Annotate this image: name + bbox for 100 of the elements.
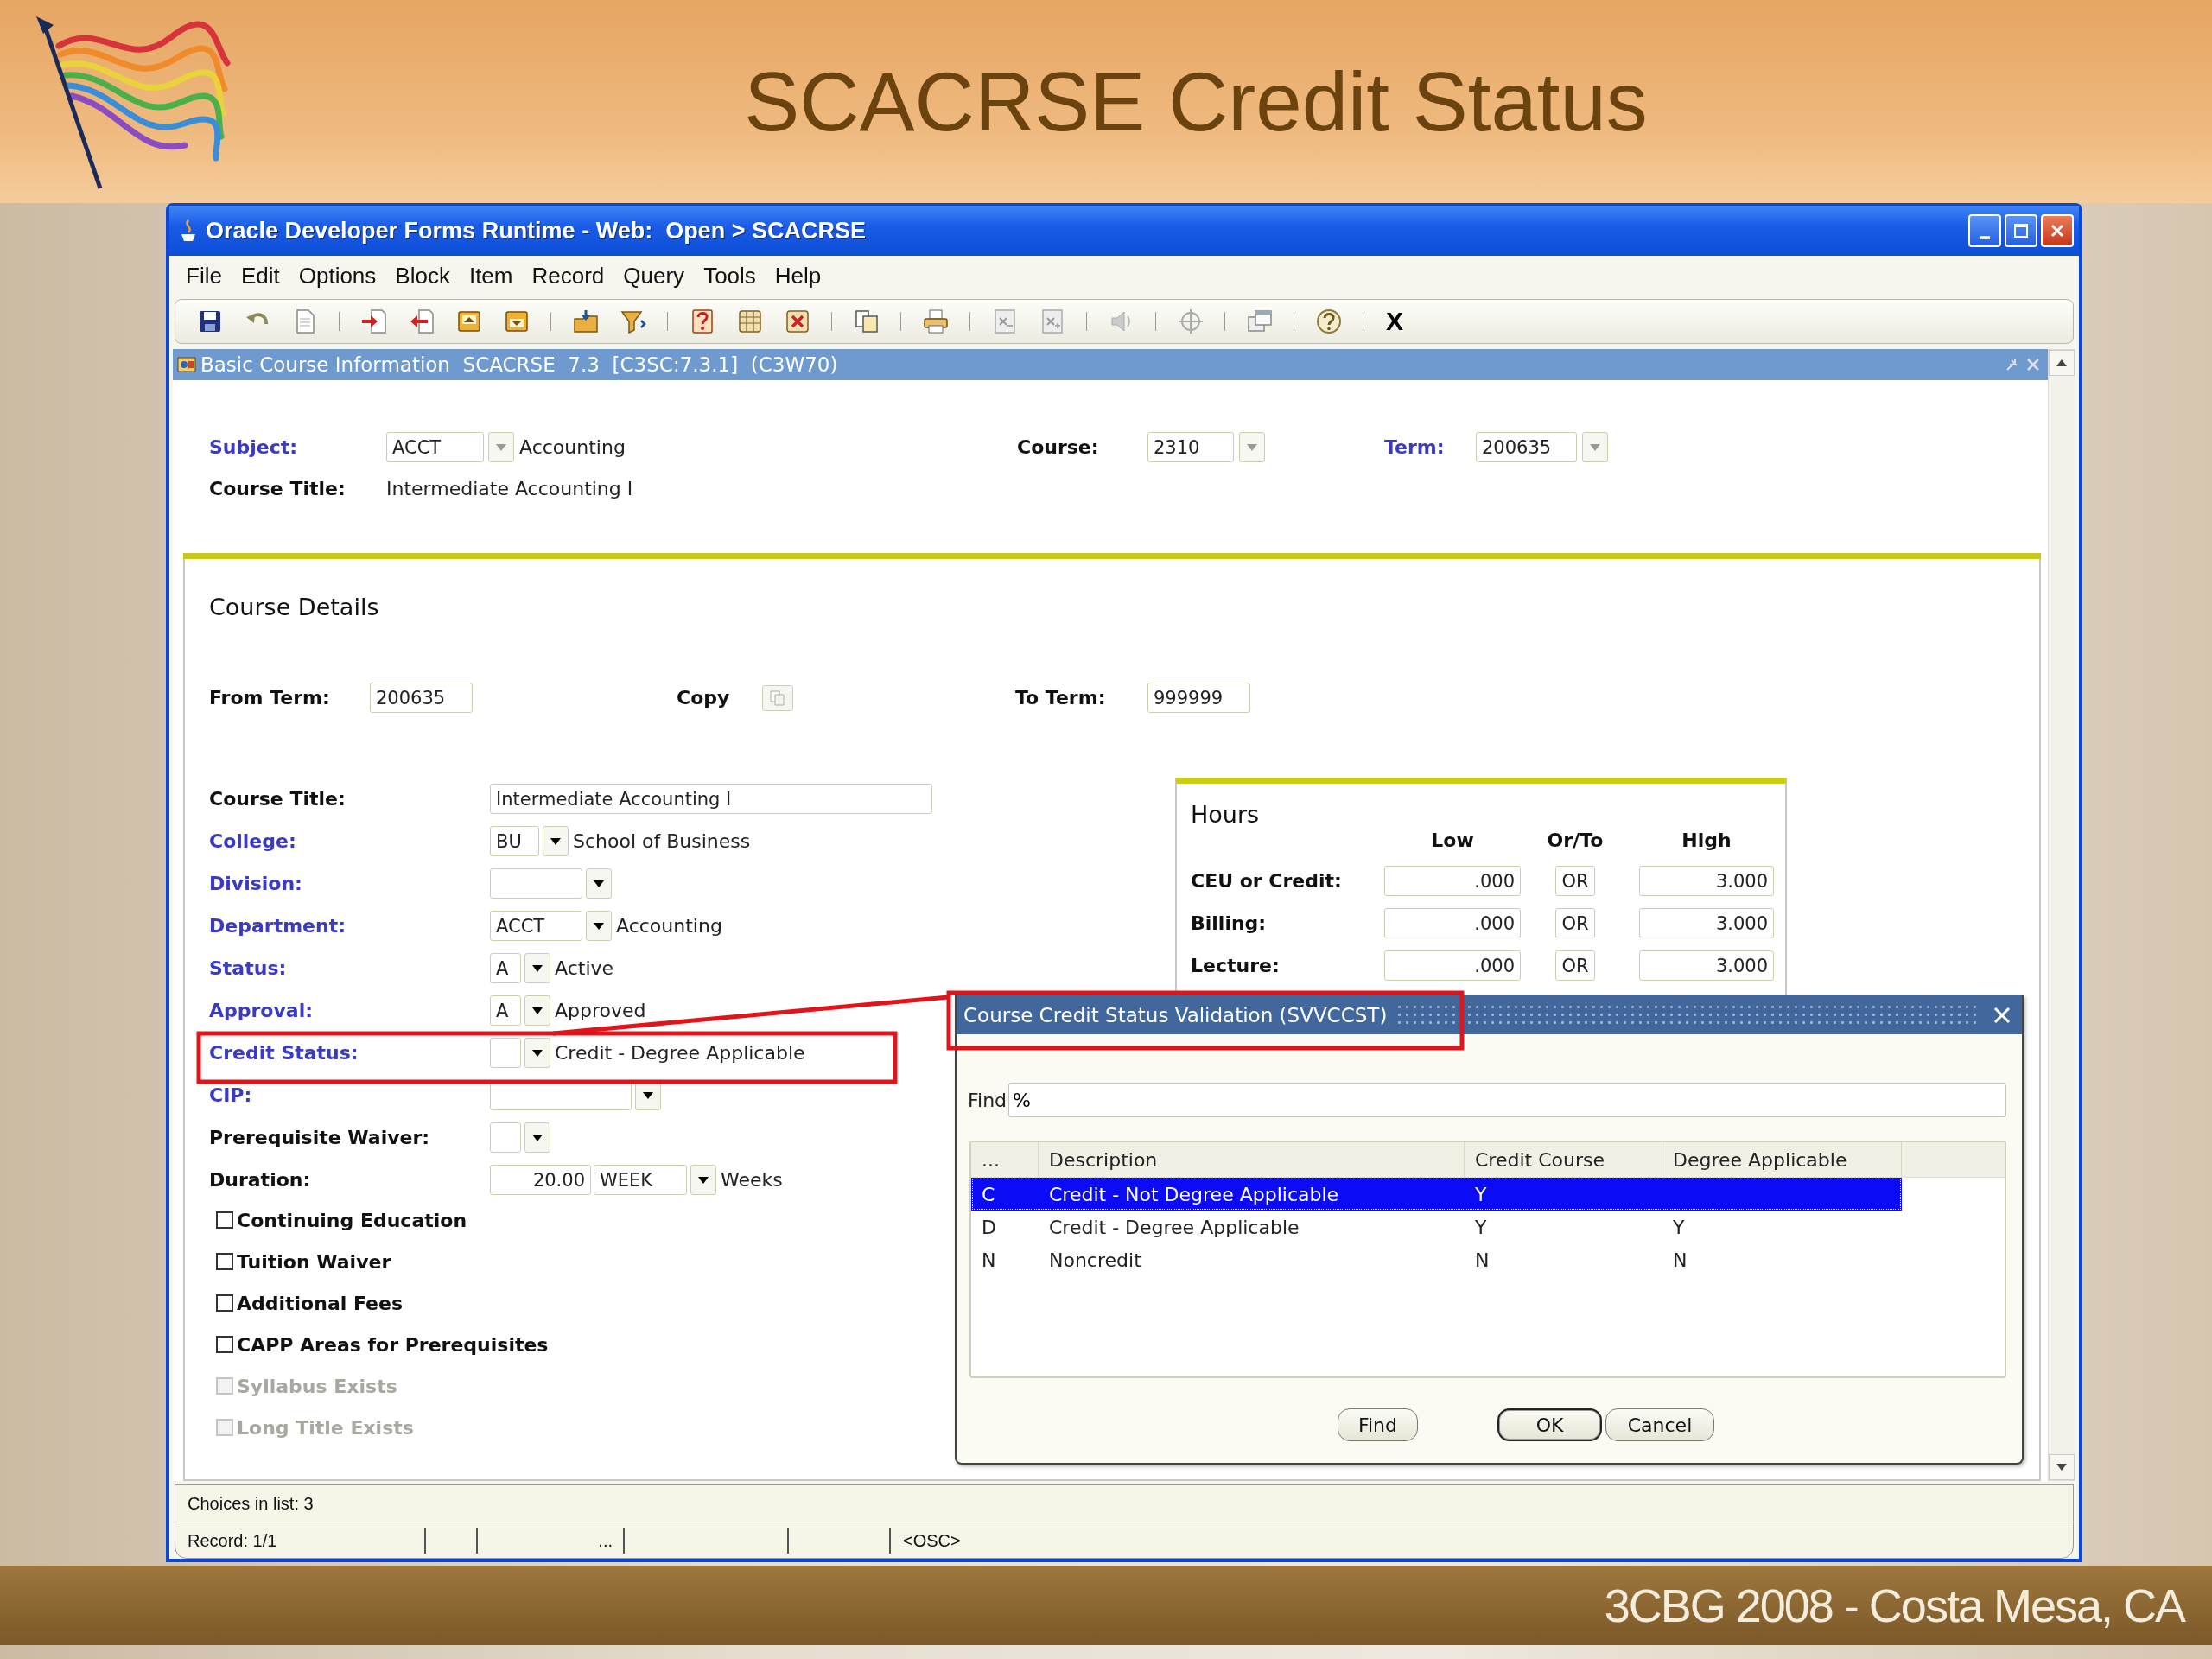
low-field[interactable]: .000 (1384, 908, 1521, 938)
field-label: Course Title: (209, 478, 346, 499)
close-button[interactable] (2041, 214, 2074, 247)
status-mode: <OSC> (903, 1530, 961, 1551)
field-label: Copy (677, 687, 731, 709)
subject-field[interactable]: ACCT (386, 432, 484, 462)
menu-item[interactable]: Block (385, 262, 460, 289)
column-header: Or/To (1546, 829, 1605, 851)
menu-item[interactable]: Options (289, 262, 386, 289)
menu-item[interactable]: Tools (694, 262, 766, 289)
scroll-up-button[interactable] (2049, 350, 2075, 376)
list-cell-text: C (981, 1182, 996, 1207)
field-description: Approved (555, 1000, 646, 1021)
menu-item[interactable]: Edit (231, 262, 289, 289)
list-cell-text: N (1672, 1248, 1688, 1273)
field-label: CEU or Credit: (1191, 870, 1343, 892)
menu-item[interactable]: Query (613, 262, 695, 289)
checkbox[interactable] (216, 1253, 233, 1270)
dropdown-button[interactable] (586, 911, 612, 941)
field-description: Credit - Degree Applicable (555, 1042, 805, 1064)
dropdown-button[interactable] (524, 953, 550, 983)
caret-icon (1246, 442, 1258, 452)
list-cell-text: Y (1672, 1215, 1686, 1240)
field-label: Lecture: (1191, 955, 1281, 976)
from-term-field[interactable]: 200635 (370, 683, 473, 713)
code-field[interactable] (490, 868, 582, 899)
scrollbar[interactable] (2048, 349, 2075, 1481)
low-field[interactable]: .000 (1384, 950, 1521, 981)
dropdown-button[interactable] (524, 995, 550, 1026)
term-field[interactable]: 200635 (1476, 432, 1577, 462)
field-label: Billing: (1191, 912, 1268, 934)
checkbox[interactable] (216, 1211, 233, 1229)
checkbox-label: Long Title Exists (237, 1416, 414, 1439)
field-label: Course: (1017, 436, 1100, 458)
caret-icon (531, 1133, 543, 1142)
find-field[interactable]: % (1008, 1083, 2006, 1117)
maximize-icon (2012, 221, 2031, 240)
dialog-button[interactable]: Find (1338, 1408, 1418, 1441)
dropdown-button[interactable] (524, 1122, 550, 1153)
course-title-value: Intermediate Accounting I (386, 478, 633, 499)
checkbox[interactable] (216, 1294, 233, 1312)
list-cell-text: D (981, 1215, 997, 1240)
dialog-button[interactable]: OK (1497, 1408, 1602, 1441)
or-to-field[interactable]: OR (1555, 866, 1595, 896)
status-message: Choices in list: 3 (188, 1493, 314, 1514)
menu-item[interactable]: Help (765, 262, 831, 289)
dialog-button[interactable]: Cancel (1605, 1408, 1714, 1441)
field-description: Accounting (616, 915, 722, 937)
maximize-button[interactable] (2005, 214, 2037, 247)
field-label: Division: (209, 873, 303, 894)
form-title: Basic Course Information SCACRSE 7.3 [C3SC:7.3.1] (C3W70) (200, 353, 839, 376)
list-row[interactable]: C Credit - Not Degree Applicable Y (971, 1178, 1902, 1211)
field-description: Accounting (519, 436, 626, 458)
field-label: CIP: (209, 1084, 253, 1106)
list-row[interactable]: D Credit - Degree Applicable Y Y (971, 1211, 1902, 1243)
high-field[interactable]: 3.000 (1639, 866, 1774, 896)
low-field[interactable]: .000 (1384, 866, 1521, 896)
list-cell-text: Noncredit (1048, 1248, 1142, 1273)
menu-item[interactable]: Item (459, 262, 523, 289)
slide-footer-text: 3CBG 2008 - Costa Mesa, CA (1604, 1579, 2184, 1632)
exit-button[interactable]: X (1377, 307, 1412, 336)
or-to-field[interactable]: OR (1555, 908, 1595, 938)
field-label: Department: (209, 915, 346, 937)
code-field[interactable]: A (490, 953, 521, 983)
checkbox-label: Tuition Waiver (237, 1250, 391, 1273)
field-label: Course Title: (209, 788, 346, 810)
code-field[interactable]: ACCT (490, 911, 582, 941)
scroll-down-button[interactable] (2049, 1454, 2075, 1480)
high-field[interactable]: 3.000 (1639, 908, 1774, 938)
checkbox[interactable] (216, 1336, 233, 1353)
dropdown-button[interactable] (690, 1165, 716, 1195)
dropdown-button[interactable] (524, 1038, 550, 1068)
number-field[interactable]: 20.00 (490, 1165, 591, 1195)
text-field[interactable]: Intermediate Accounting I (490, 784, 932, 814)
list-row[interactable]: N Noncredit N N (971, 1243, 1902, 1276)
code-field[interactable] (490, 1038, 521, 1068)
checkbox-label: Syllabus Exists (237, 1375, 397, 1397)
to-term-field[interactable]: 999999 (1147, 683, 1250, 713)
caret-icon (642, 1090, 654, 1100)
unit-field[interactable]: WEEK (594, 1165, 687, 1195)
dropdown-button[interactable] (543, 826, 569, 856)
course-field[interactable]: 2310 (1147, 432, 1234, 462)
field-label: Duration: (209, 1169, 312, 1191)
caret-icon (593, 879, 605, 888)
code-field[interactable] (490, 1122, 521, 1153)
field-label: Subject: (209, 436, 299, 458)
high-field[interactable]: 3.000 (1639, 950, 1774, 981)
list-cell-text: Y (1474, 1215, 1488, 1240)
checkbox-label: CAPP Areas for Prerequisites (237, 1333, 549, 1356)
minimize-button[interactable] (1968, 214, 2001, 247)
field-description: Weeks (721, 1169, 783, 1191)
or-to-field[interactable]: OR (1555, 950, 1595, 981)
code-field[interactable]: A (490, 995, 521, 1026)
dropdown-button[interactable] (586, 868, 612, 899)
menu-item[interactable]: Record (522, 262, 614, 289)
dialog-title: Course Credit Status Validation (SVVCCST) (963, 1003, 1388, 1027)
code-field[interactable]: BU (490, 826, 539, 856)
copy-pages-icon (768, 688, 787, 708)
menu-item[interactable]: File (176, 262, 232, 289)
hours-title: Hours (1191, 802, 1261, 828)
